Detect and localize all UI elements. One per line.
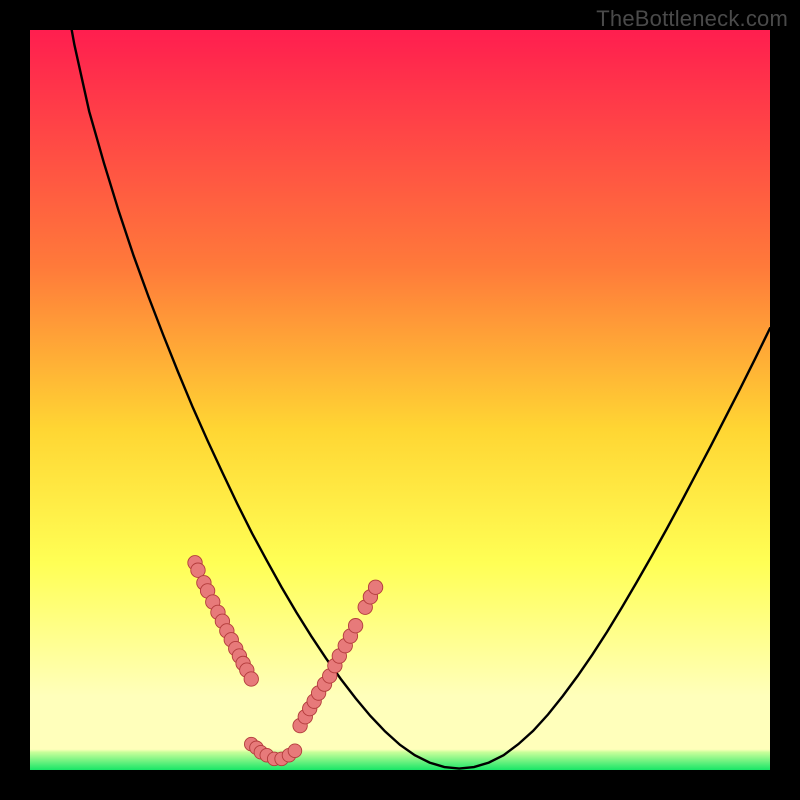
data-marker bbox=[288, 744, 302, 758]
watermark-text: TheBottleneck.com bbox=[596, 6, 788, 32]
data-marker bbox=[244, 672, 258, 686]
data-markers bbox=[188, 556, 383, 766]
data-marker bbox=[348, 619, 362, 633]
curve-layer bbox=[30, 30, 770, 770]
plot-area bbox=[30, 30, 770, 770]
bottleneck-curve bbox=[30, 30, 770, 769]
chart-frame: TheBottleneck.com bbox=[0, 0, 800, 800]
data-marker bbox=[368, 580, 382, 594]
